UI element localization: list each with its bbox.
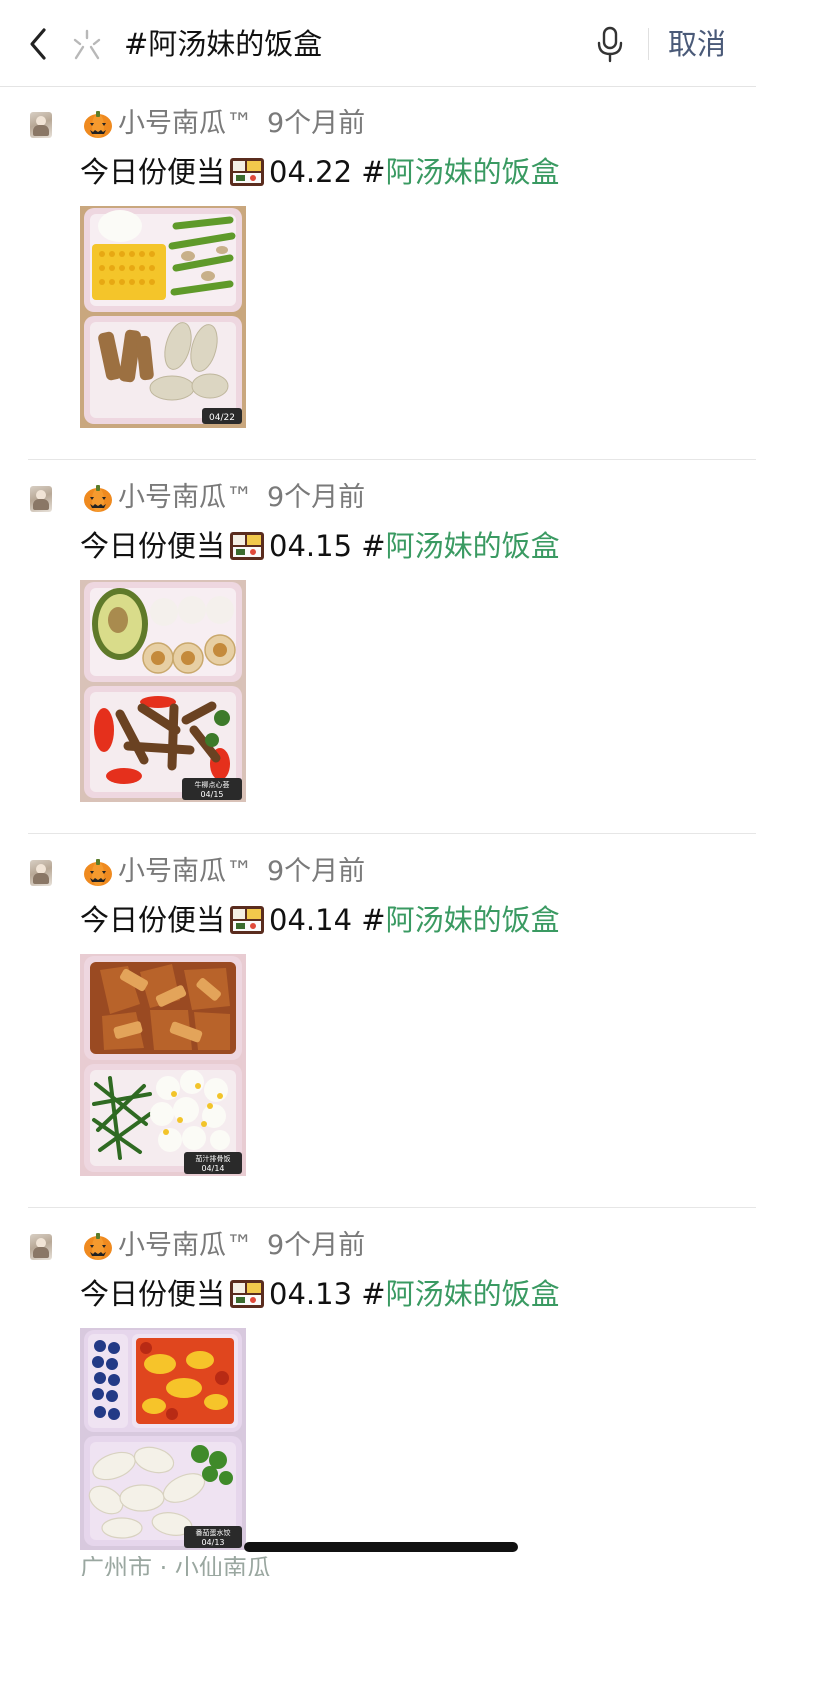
chevron-left-icon[interactable] bbox=[24, 24, 54, 64]
search-header: #阿汤妹的饭盒 取消 bbox=[0, 0, 756, 87]
hashtag-link[interactable]: 阿汤妹的饭盒 bbox=[386, 524, 560, 568]
post-text: 今日份便当 04.13 # 阿汤妹的饭盒 bbox=[80, 1272, 560, 1316]
result-item[interactable]: 小号南瓜™ 9个月前 今日份便当 04.14 # 阿汤妹的饭盒 茄汁排骨饭 04… bbox=[0, 834, 756, 1208]
author-name[interactable]: 小号南瓜™ bbox=[118, 478, 253, 518]
location-text: 广州市 · 小仙南瓜 bbox=[80, 1556, 271, 1576]
author-name[interactable]: 小号南瓜™ bbox=[118, 1226, 253, 1266]
avatar[interactable] bbox=[30, 1234, 52, 1260]
photo-subtitle: 牛柳点心荟 bbox=[195, 780, 230, 789]
search-input[interactable]: #阿汤妹的饭盒 bbox=[124, 22, 322, 66]
bento-box-icon bbox=[230, 906, 265, 934]
post-text: 今日份便当 04.14 # 阿汤妹的饭盒 bbox=[80, 898, 560, 942]
post-meta: 小号南瓜™ 9个月前 bbox=[82, 478, 365, 518]
post-photo[interactable]: 04/22 bbox=[80, 206, 246, 428]
microphone-icon[interactable] bbox=[594, 24, 626, 64]
bento-box-icon bbox=[230, 532, 265, 560]
photo-date-label: 04/15 bbox=[200, 790, 223, 799]
result-item[interactable]: 小号南瓜™ 9个月前 今日份便当 04.15 # 阿汤妹的饭盒 牛柳点心荟 04… bbox=[0, 460, 756, 834]
pumpkin-icon bbox=[84, 111, 112, 138]
post-time: 9个月前 bbox=[267, 482, 366, 513]
post-text: 今日份便当 04.15 # 阿汤妹的饭盒 bbox=[80, 524, 560, 568]
hashtag-link[interactable]: 阿汤妹的饭盒 bbox=[386, 150, 560, 194]
post-time: 9个月前 bbox=[267, 1230, 366, 1261]
post-time: 9个月前 bbox=[267, 856, 366, 887]
hashtag-link[interactable]: 阿汤妹的饭盒 bbox=[386, 1272, 560, 1316]
post-meta: 小号南瓜™ 9个月前 bbox=[82, 104, 365, 144]
author-name[interactable]: 小号南瓜™ bbox=[118, 104, 253, 144]
post-title: 今日份便当 bbox=[80, 903, 226, 937]
pumpkin-icon bbox=[84, 859, 112, 886]
post-date: 04.22 # bbox=[269, 155, 386, 189]
post-date: 04.14 # bbox=[269, 903, 386, 937]
pumpkin-icon bbox=[84, 1233, 112, 1260]
post-title: 今日份便当 bbox=[80, 155, 226, 189]
post-text: 今日份便当 04.22 # 阿汤妹的饭盒 bbox=[80, 150, 560, 194]
photo-subtitle: 番茄蛋水饺 bbox=[196, 1528, 231, 1537]
bento-box-icon bbox=[230, 1280, 265, 1308]
cancel-button[interactable]: 取消 bbox=[668, 22, 726, 66]
home-indicator[interactable] bbox=[244, 1542, 518, 1552]
avatar[interactable] bbox=[30, 112, 52, 138]
hashtag-link[interactable]: 阿汤妹的饭盒 bbox=[386, 898, 560, 942]
result-item[interactable]: 小号南瓜™ 9个月前 今日份便当 04.22 # 阿汤妹的饭盒 04/22 bbox=[0, 86, 756, 460]
pumpkin-icon bbox=[84, 485, 112, 512]
post-title: 今日份便当 bbox=[80, 1277, 226, 1311]
photo-date-label: 04/22 bbox=[209, 413, 235, 423]
author-name[interactable]: 小号南瓜™ bbox=[118, 852, 253, 892]
header-separator bbox=[648, 28, 649, 60]
avatar[interactable] bbox=[30, 860, 52, 886]
post-time: 9个月前 bbox=[267, 108, 366, 139]
photo-date-label: 04/13 bbox=[201, 1538, 224, 1547]
post-photo[interactable]: 牛柳点心荟 04/15 bbox=[80, 580, 246, 802]
result-item[interactable]: 小号南瓜™ 9个月前 今日份便当 04.13 # 阿汤妹的饭盒 番茄蛋水饺 04… bbox=[0, 1208, 756, 1582]
post-photo[interactable]: 番茄蛋水饺 04/13 bbox=[80, 1328, 246, 1550]
post-date: 04.13 # bbox=[269, 1277, 386, 1311]
avatar[interactable] bbox=[30, 486, 52, 512]
post-photo[interactable]: 茄汁排骨饭 04/14 bbox=[80, 954, 246, 1176]
post-title: 今日份便当 bbox=[80, 529, 226, 563]
post-meta: 小号南瓜™ 9个月前 bbox=[82, 852, 365, 892]
miniprogram-icon bbox=[73, 29, 101, 60]
bento-box-icon bbox=[230, 158, 265, 186]
post-date: 04.15 # bbox=[269, 529, 386, 563]
photo-subtitle: 茄汁排骨饭 bbox=[196, 1154, 231, 1163]
photo-date-label: 04/14 bbox=[201, 1164, 224, 1173]
post-meta: 小号南瓜™ 9个月前 bbox=[82, 1226, 365, 1266]
